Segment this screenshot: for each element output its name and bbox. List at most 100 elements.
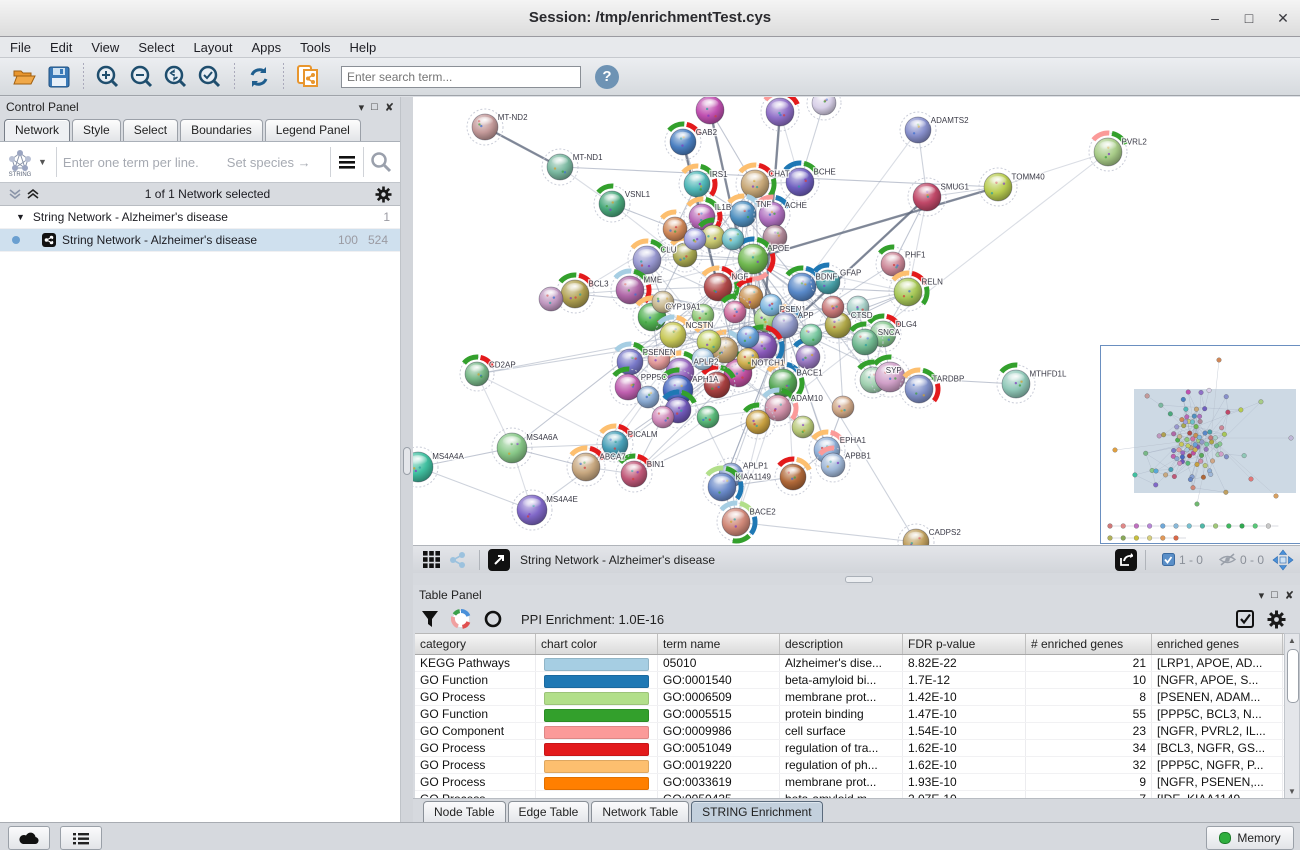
table-row[interactable]: KEGG Pathways05010Alzheimer's dise...8.8… (415, 655, 1284, 672)
scrollbar-thumb[interactable] (1287, 649, 1299, 703)
string-db-dropdown-icon[interactable]: ▼ (38, 157, 47, 167)
set-species-link[interactable]: Set species → (227, 155, 311, 170)
scroll-up-icon[interactable]: ▲ (1285, 634, 1299, 647)
panel-menu-icon[interactable]: ▾ (359, 101, 365, 114)
tab-boundaries[interactable]: Boundaries (180, 119, 263, 141)
table-row[interactable]: GO ProcessGO:0019220regulation of ph...1… (415, 757, 1284, 774)
panel-float-icon[interactable]: □ (371, 101, 378, 113)
refresh-icon[interactable] (245, 63, 273, 91)
tab-legend-panel[interactable]: Legend Panel (265, 119, 361, 141)
query-options-icon[interactable] (337, 154, 357, 170)
automation-cloud-button[interactable] (8, 826, 50, 850)
clone-network-icon[interactable] (294, 63, 322, 91)
network-node[interactable] (792, 416, 814, 438)
network-node[interactable] (697, 406, 719, 428)
network-node[interactable] (539, 287, 563, 311)
network-node[interactable] (722, 228, 744, 250)
export-network-icon[interactable] (1115, 549, 1137, 571)
table-row[interactable]: GO ProcessGO:0033619membrane prot...1.93… (415, 774, 1284, 791)
column-header-description[interactable]: description (780, 634, 903, 654)
select-columns-icon[interactable] (1236, 610, 1255, 629)
birds-eye-view[interactable] (1100, 345, 1300, 544)
tab-node-table[interactable]: Node Table (423, 801, 506, 822)
network-node[interactable] (761, 97, 799, 131)
open-in-new-icon[interactable] (488, 549, 510, 571)
table-panel-float-icon[interactable]: □ (1271, 589, 1278, 601)
network-node[interactable] (684, 228, 706, 250)
open-file-icon[interactable] (11, 63, 39, 91)
menu-item-apps[interactable]: Apps (252, 40, 282, 55)
network-node[interactable] (699, 367, 735, 403)
menu-item-edit[interactable]: Edit (50, 40, 72, 55)
network-node[interactable] (775, 459, 811, 495)
network-options-gear-icon[interactable] (375, 186, 392, 203)
close-button[interactable]: ✕ (1266, 0, 1300, 36)
tab-network[interactable]: Network (4, 119, 70, 141)
column-header-chart-color[interactable]: chart color (536, 634, 658, 654)
panel-close-icon[interactable]: ✘ (385, 101, 394, 114)
menu-item-file[interactable]: File (10, 40, 31, 55)
collection-expander-icon[interactable]: ▼ (16, 212, 25, 222)
menu-item-select[interactable]: Select (138, 40, 174, 55)
network-node[interactable] (737, 326, 759, 348)
tab-style[interactable]: Style (72, 119, 121, 141)
task-history-button[interactable] (60, 826, 102, 850)
ring-style-icon[interactable] (483, 609, 503, 629)
menu-item-tools[interactable]: Tools (300, 40, 330, 55)
zoom-in-icon[interactable] (94, 63, 122, 91)
chart-color-donut-icon[interactable] (451, 609, 471, 629)
column-header-term-name[interactable]: term name (658, 634, 780, 654)
table-row[interactable]: GO ComponentGO:0009986cell surface1.54E-… (415, 723, 1284, 740)
table-panel-close-icon[interactable]: ✘ (1285, 589, 1294, 602)
filter-icon[interactable] (421, 610, 439, 628)
menu-item-help[interactable]: Help (350, 40, 377, 55)
network-row[interactable]: String Network - Alzheimer's disease 100… (0, 229, 400, 252)
network-node[interactable] (832, 396, 854, 418)
column-header--enriched-genes[interactable]: # enriched genes (1026, 634, 1152, 654)
column-header-enriched-genes[interactable]: enriched genes (1152, 634, 1283, 654)
network-node[interactable] (696, 97, 724, 124)
pan-compass-icon[interactable] (1272, 549, 1294, 571)
help-icon[interactable]: ? (595, 65, 619, 89)
zoom-fit-icon[interactable] (162, 63, 190, 91)
expand-all-icon[interactable] (26, 188, 40, 200)
tab-select[interactable]: Select (123, 119, 178, 141)
menu-item-layout[interactable]: Layout (193, 40, 232, 55)
tab-string-enrichment[interactable]: STRING Enrichment (691, 801, 822, 822)
table-row[interactable]: GO FunctionGO:0001540beta-amyloid bi...1… (415, 672, 1284, 689)
birdseye-toggle-icon[interactable] (449, 551, 467, 569)
network-node[interactable] (652, 406, 674, 428)
tab-edge-table[interactable]: Edge Table (508, 801, 590, 822)
tab-network-table[interactable]: Network Table (591, 801, 689, 822)
maximize-button[interactable]: □ (1232, 0, 1266, 36)
network-node[interactable] (800, 324, 822, 346)
column-header-FDR-p-value[interactable]: FDR p-value (903, 634, 1026, 654)
network-node[interactable] (807, 97, 841, 120)
scroll-down-icon[interactable]: ▼ (1285, 785, 1299, 798)
string-logo-icon[interactable]: STRING (5, 147, 35, 177)
zoom-selected-icon[interactable] (196, 63, 224, 91)
string-query-input[interactable]: Enter one term per line. (63, 155, 199, 170)
table-panel-menu-icon[interactable]: ▾ (1259, 589, 1265, 602)
zoom-out-icon[interactable] (128, 63, 156, 91)
table-scrollbar[interactable]: ▲ ▼ (1284, 633, 1300, 799)
horizontal-splitter-handle[interactable] (845, 576, 873, 583)
query-search-icon[interactable] (370, 151, 392, 173)
table-row[interactable]: GO FunctionGO:0005515protein binding1.47… (415, 706, 1284, 723)
column-header-category[interactable]: category (415, 634, 536, 654)
network-node[interactable] (822, 296, 844, 318)
grid-view-icon[interactable] (423, 551, 441, 569)
collapse-all-icon[interactable] (8, 188, 22, 200)
table-row[interactable]: GO ProcessGO:0006509membrane prot...1.42… (415, 689, 1284, 706)
table-settings-gear-icon[interactable] (1267, 610, 1286, 629)
search-input[interactable] (341, 66, 581, 88)
network-node[interactable] (637, 386, 659, 408)
table-row[interactable]: GO ProcessGO:0051049regulation of tra...… (415, 740, 1284, 757)
menu-item-view[interactable]: View (91, 40, 119, 55)
network-node[interactable] (760, 294, 782, 316)
save-session-icon[interactable] (45, 63, 73, 91)
vertical-splitter-handle[interactable] (403, 447, 411, 475)
network-collection-row[interactable]: ▼ String Network - Alzheimer's disease 1 (0, 206, 400, 229)
memory-button[interactable]: Memory (1206, 826, 1294, 850)
minimize-button[interactable]: – (1198, 0, 1232, 36)
